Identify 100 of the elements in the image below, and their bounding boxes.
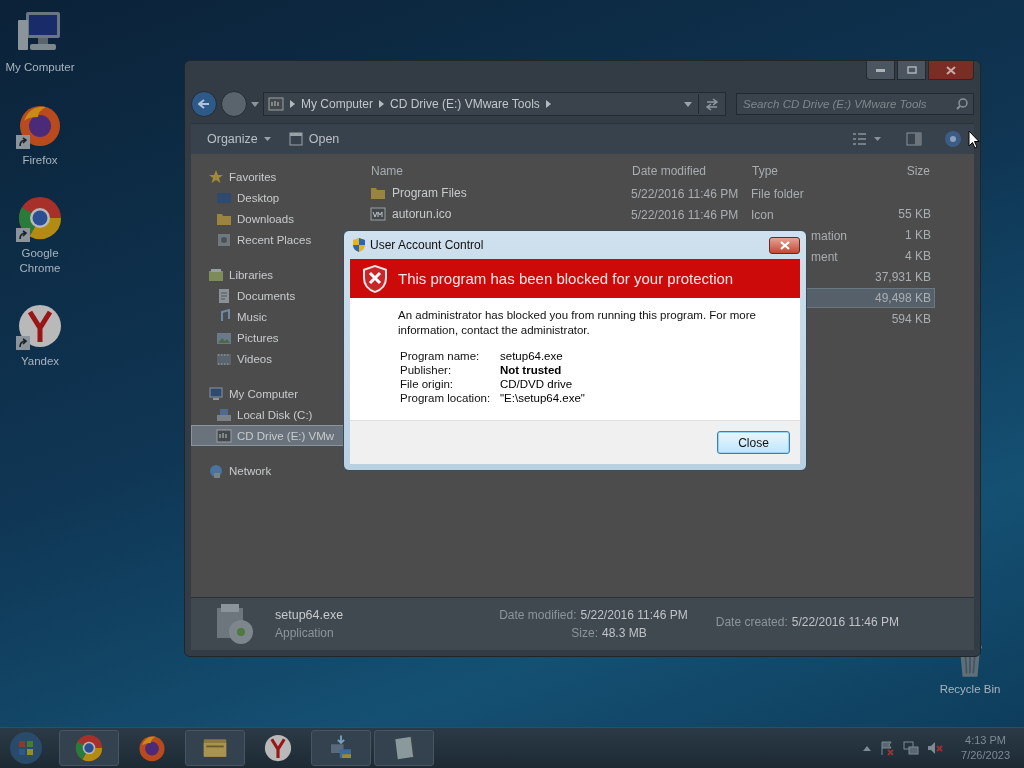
yandex-icon (263, 733, 293, 763)
windows-logo-icon (9, 731, 43, 765)
restore-icon (906, 66, 917, 74)
sidebar-item[interactable]: Documents (191, 285, 361, 306)
column-header[interactable]: Date modified (630, 164, 750, 178)
column-header[interactable]: Name (369, 164, 630, 178)
file-type: Application (275, 626, 335, 640)
sidebar-item[interactable]: My Computer (191, 383, 361, 404)
preview-pane-icon[interactable] (906, 132, 922, 146)
date-cell: 5/22/2016 11:46 PM (631, 187, 739, 201)
size-cell-text: 4 KB (904, 249, 931, 263)
star-icon (208, 168, 224, 185)
sidebar-item[interactable]: Local Disk (C:) (191, 404, 361, 425)
close-icon (779, 240, 790, 250)
chevron-icon (379, 100, 385, 108)
dialog-message: An administrator has blocked you from running this program. For more information, contact the administrator. (398, 308, 757, 338)
desktop-icon-label[interactable]: Firefox (2, 153, 78, 168)
column-header[interactable]: Size (860, 164, 930, 178)
chevron-icon (545, 100, 551, 108)
sidebar-item[interactable]: Videos (191, 348, 361, 369)
yandex-icon (16, 302, 64, 350)
desktop-icon-label[interactable]: Yandex (2, 354, 78, 369)
sidebar-item[interactable]: Favorites (191, 166, 361, 187)
address-bar[interactable]: My Computer CD Drive (E:) VMware Tools (263, 92, 726, 116)
vm-file-icon (370, 206, 386, 222)
breadcrumb[interactable]: CD Drive (E:) VMware Tools (390, 97, 540, 111)
network-status-icon[interactable] (903, 740, 920, 756)
file-name: Program Files (392, 186, 467, 200)
field-value: setup64.exe (500, 350, 564, 362)
field-value: Not trusted (500, 364, 563, 376)
blocked-shield-icon (362, 263, 388, 294)
date-cell: 5/22/2016 11:46 PM (631, 208, 739, 222)
dropdown-caret-icon[interactable] (251, 101, 259, 107)
taskbar-button[interactable] (374, 730, 434, 766)
field-label: File origin: (400, 378, 455, 390)
size-cell-text: 55 KB (897, 207, 931, 221)
open-window-icon (288, 132, 303, 146)
field-value: 5/22/2016 11:46 PM (580, 608, 688, 622)
search-icon (956, 98, 968, 110)
file-name: setup64.exe (275, 608, 345, 622)
field-value: 5/22/2016 11:46 PM (791, 615, 899, 629)
close-button[interactable] (769, 236, 800, 254)
muted-speaker-icon[interactable] (927, 740, 944, 756)
file-row[interactable]: autorun.ico 5/22/2016 11:46 PM Icon 55 KB (369, 204, 935, 224)
caret-icon (263, 137, 271, 141)
sidebar-item[interactable]: Network (191, 460, 361, 481)
vm-drive-icon (268, 96, 284, 112)
sidebar-item[interactable]: Pictures (191, 327, 361, 348)
column-header[interactable]: Type (750, 164, 860, 178)
show-hidden-icons-icon[interactable] (863, 745, 872, 751)
type-cell: File folder (751, 187, 804, 201)
field-value: CD/DVD drive (500, 378, 574, 390)
close-icon (946, 65, 956, 75)
taskbar-button[interactable] (185, 730, 245, 766)
document-icon (216, 287, 232, 304)
chrome-icon (16, 194, 64, 242)
clock[interactable]: 4:13 PM 7/26/2023 (961, 733, 1010, 763)
maximize-button[interactable] (897, 61, 926, 80)
chevron-icon (290, 100, 295, 108)
breadcrumb[interactable]: My Computer (301, 97, 374, 111)
sidebar-item[interactable]: Desktop (191, 187, 361, 208)
close-button[interactable] (928, 61, 974, 80)
search-field[interactable]: Search CD Drive (E:) VMware Tools (736, 93, 974, 115)
desktop-icon-label[interactable]: My Computer (2, 60, 78, 75)
desktop-icon-label[interactable]: Google Chrome (2, 246, 78, 276)
file-row[interactable]: Program Files 5/22/2016 11:46 PM File folder (369, 183, 935, 203)
view-options-icon[interactable] (852, 132, 882, 146)
field-label: Date created: (715, 615, 788, 629)
desktop-icon-label[interactable]: Recycle Bin (930, 682, 1010, 697)
vm-drive-icon (216, 427, 232, 444)
chrome-icon (74, 733, 104, 763)
back-arrow-icon (198, 99, 210, 109)
minimize-button[interactable] (866, 61, 895, 80)
back-button[interactable] (191, 91, 217, 117)
mouse-cursor-icon (968, 130, 980, 149)
type-cell-text: mation (810, 229, 848, 243)
dialog-heading: This program has been blocked for your protection (398, 270, 734, 287)
dropdown-caret-icon[interactable] (684, 101, 692, 107)
taskbar-button[interactable] (59, 730, 119, 766)
size-cell-text: 49,498 KB (873, 291, 931, 305)
library-icon (208, 266, 224, 283)
toolbar-button[interactable]: Organize (203, 130, 275, 148)
shield-icon (352, 237, 366, 253)
network-icon (208, 462, 224, 479)
action-center-icon[interactable] (879, 740, 896, 756)
toolbar-button[interactable]: Open (284, 130, 344, 148)
field-label: Program name: (400, 350, 481, 362)
field-label: Date modified: (499, 608, 577, 622)
sidebar-item[interactable]: Downloads (191, 208, 361, 229)
field-label: Program location: (400, 392, 492, 404)
folder-icon (370, 185, 386, 201)
close-dialog-button[interactable]: Close (717, 431, 790, 454)
type-cell: Icon (751, 208, 774, 222)
help-icon[interactable] (944, 130, 962, 148)
computer-icon (208, 385, 224, 402)
sidebar-item[interactable]: Recent Places (191, 229, 361, 250)
field-label: Publisher: (400, 364, 453, 376)
sidebar-item[interactable]: Libraries (191, 264, 361, 285)
disk-drive-icon (216, 406, 232, 423)
sidebar-item[interactable]: Music (191, 306, 361, 327)
